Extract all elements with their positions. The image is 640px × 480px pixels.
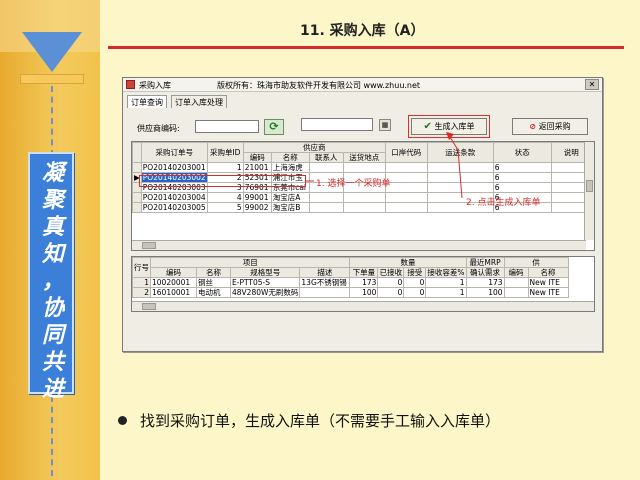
annotation-arrows xyxy=(306,132,463,199)
arrow-step2-head xyxy=(446,132,454,140)
bullet-dot xyxy=(118,416,127,425)
bullet-text: 找到采购订单，生成入库单（不需要手工输入入库单） xyxy=(140,412,501,430)
arrow-step2 xyxy=(449,136,463,199)
